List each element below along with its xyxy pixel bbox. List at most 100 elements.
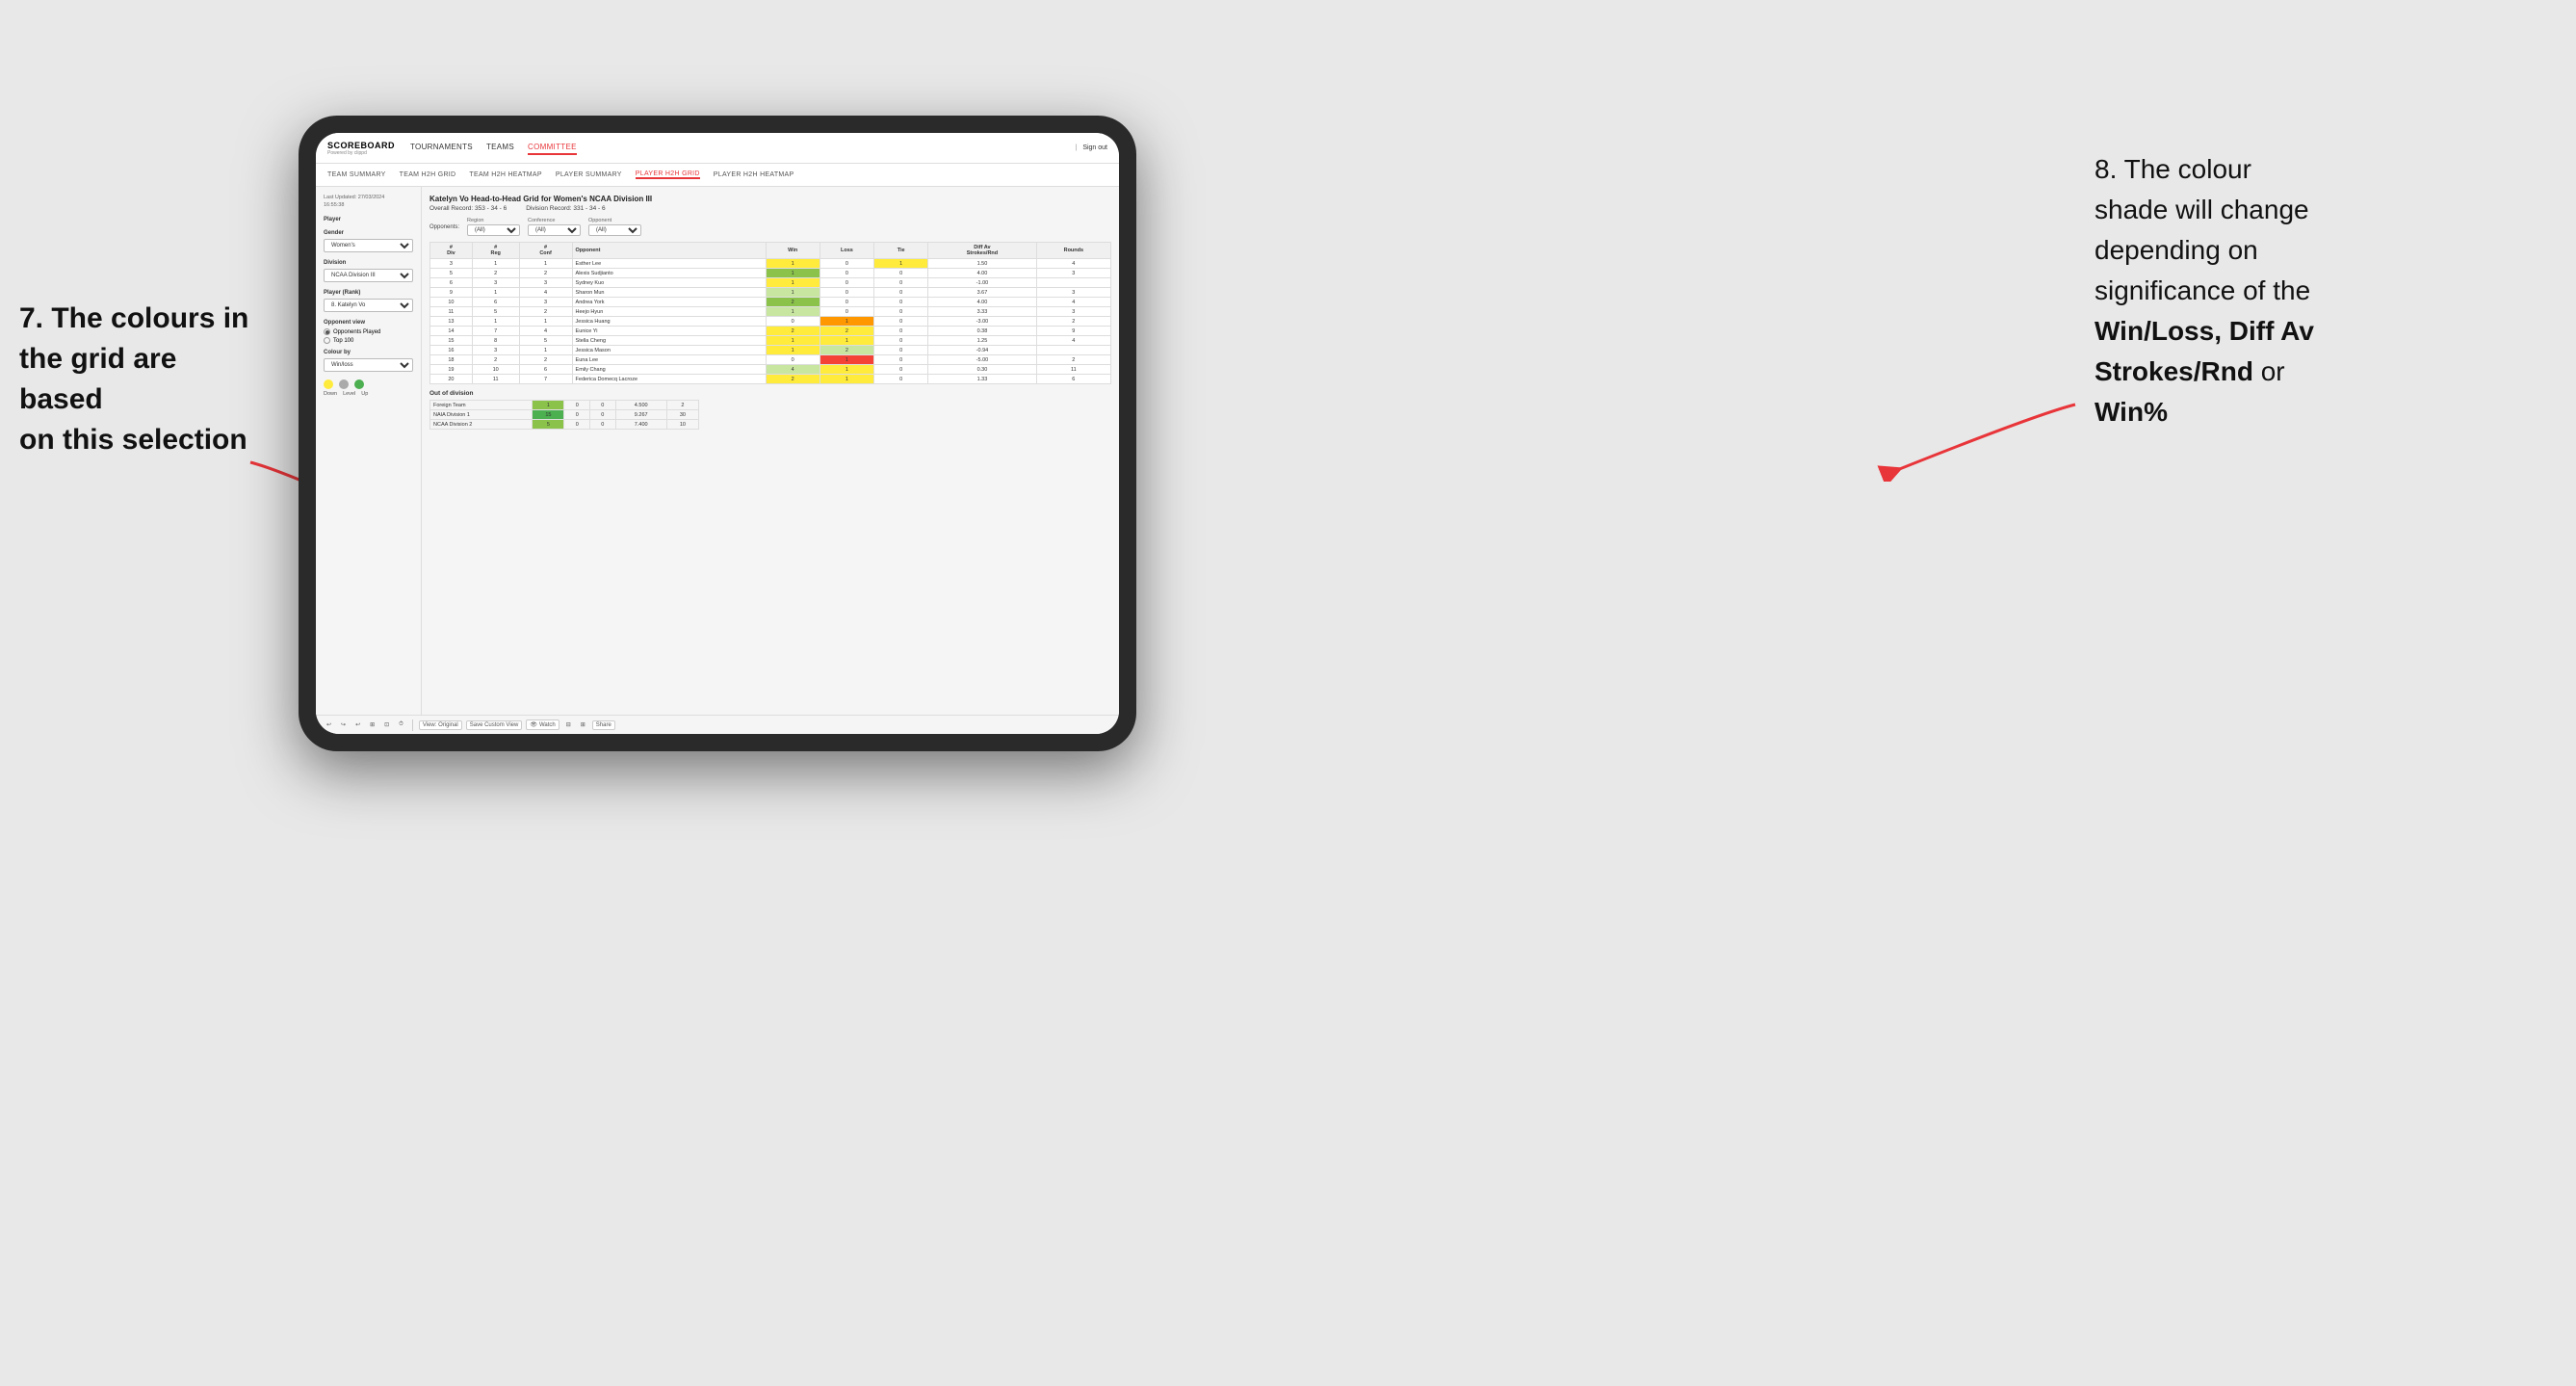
sub-nav-player-h2h-heatmap[interactable]: PLAYER H2H HEATMAP (714, 171, 794, 178)
undo-btn[interactable]: ↩ (324, 720, 334, 729)
nav-teams[interactable]: TEAMS (486, 141, 514, 155)
redo-btn[interactable]: ↪ (338, 720, 349, 729)
table-cell: 0 (766, 317, 820, 327)
sign-out[interactable]: Sign out (1082, 144, 1107, 151)
table-cell: 0 (820, 298, 873, 307)
table-row: 19106Emily Chang4100.3011 (430, 365, 1111, 375)
table-cell: 1 (766, 269, 820, 278)
table-cell: Federica Domecq Lacroze (572, 375, 766, 384)
conference-label: Conference (528, 218, 581, 223)
table-cell: 10 (472, 365, 519, 375)
table-cell: 1 (766, 288, 820, 298)
player-rank-select[interactable]: 8. Katelyn Vo (324, 299, 413, 312)
h2h-table: #Div #Reg #Conf Opponent Win Loss Tie Di… (429, 242, 1111, 384)
th-tie: Tie (874, 243, 928, 259)
table-cell: 3 (472, 278, 519, 288)
opponent-view-label: Opponent view (324, 320, 413, 326)
table-cell: 3 (1036, 269, 1110, 278)
share-btn[interactable]: Share (592, 720, 615, 730)
region-select[interactable]: (All) (467, 224, 520, 236)
out-of-division-table: Foreign Team1004.5002NAIA Division 11500… (429, 400, 699, 430)
radio-top-100-dot[interactable] (324, 337, 330, 344)
sidebar-colour-by: Colour by Win/loss (324, 350, 413, 372)
watch-btn[interactable]: 👁 Watch (526, 719, 559, 730)
nav-tournaments[interactable]: TOURNAMENTS (410, 141, 473, 155)
table-cell: 11 (472, 375, 519, 384)
table-cell: Euna Lee (572, 355, 766, 365)
copy-btn[interactable]: ⊞ (367, 720, 377, 729)
th-rounds: Rounds (1036, 243, 1110, 259)
table-cell: 0 (874, 346, 928, 355)
table-cell: 15 (430, 336, 473, 346)
legend-down-label: Down (324, 391, 337, 397)
table-cell: 11 (430, 307, 473, 317)
table-row: 311Esther Lee1011.504 (430, 259, 1111, 269)
sidebar-opponent-view: Opponent view Opponents Played Top 100 (324, 320, 413, 344)
conference-select[interactable]: (All) (528, 224, 581, 236)
table-row: 1585Stella Cheng1101.254 (430, 336, 1111, 346)
top-100-label: Top 100 (333, 338, 353, 344)
table-cell: 5 (430, 269, 473, 278)
table-cell: 3 (1036, 288, 1110, 298)
grid-records: Overall Record: 353 - 34 - 6 Division Re… (429, 205, 1111, 212)
clock-btn[interactable]: ⏱ (396, 720, 406, 729)
layout-btn[interactable]: ⊟ (563, 720, 574, 729)
ood-tie: 0 (590, 401, 616, 410)
table-cell: Alexis Sudjianto (572, 269, 766, 278)
table-cell: Sydney Kuo (572, 278, 766, 288)
table-cell: 18 (430, 355, 473, 365)
grid-btn[interactable]: ⊞ (578, 720, 588, 729)
table-cell: 1.33 (928, 375, 1036, 384)
opponent-select[interactable]: (All) (588, 224, 641, 236)
view-original-btn[interactable]: View: Original (419, 720, 462, 730)
save-custom-view-label: Save Custom View (470, 722, 519, 728)
sub-nav-player-summary[interactable]: PLAYER SUMMARY (556, 171, 622, 178)
opponents-played-radio[interactable]: Opponents Played (324, 328, 413, 335)
table-cell: 3 (1036, 307, 1110, 317)
table-cell: 1 (766, 278, 820, 288)
ood-table-row: NAIA Division 115009.26730 (430, 410, 699, 420)
table-cell: 0 (874, 298, 928, 307)
sub-nav: TEAM SUMMARY TEAM H2H GRID TEAM H2H HEAT… (316, 164, 1119, 187)
table-row: 1474Eunice Yi2200.389 (430, 327, 1111, 336)
table-cell: 4.00 (928, 298, 1036, 307)
table-row: 1822Euna Lee010-5.002 (430, 355, 1111, 365)
sub-nav-player-h2h-grid[interactable]: PLAYER H2H GRID (636, 170, 700, 179)
radio-opponents-played-dot[interactable] (324, 328, 330, 335)
table-cell: 2 (1036, 317, 1110, 327)
table-cell: 0 (874, 355, 928, 365)
table-cell: Jessica Mason (572, 346, 766, 355)
main-content: Last Updated: 27/03/2024 16:55:38 Player… (316, 187, 1119, 715)
nav-right: | Sign out (1075, 144, 1107, 151)
paste-btn[interactable]: ⊡ (381, 720, 392, 729)
colour-by-label: Colour by (324, 350, 413, 355)
table-cell: 0 (874, 278, 928, 288)
table-cell: 14 (430, 327, 473, 336)
table-cell: 0 (874, 307, 928, 317)
table-cell: Esther Lee (572, 259, 766, 269)
ood-win: 1 (533, 401, 564, 410)
ood-opponent: NAIA Division 1 (430, 410, 533, 420)
undo2-btn[interactable]: ↩ (352, 720, 363, 729)
ood-rounds: 10 (666, 420, 698, 430)
sidebar: Last Updated: 27/03/2024 16:55:38 Player… (316, 187, 422, 715)
th-div: #Div (430, 243, 473, 259)
table-cell: 2 (766, 298, 820, 307)
table-cell: 2 (820, 346, 873, 355)
table-cell: Eunice Yi (572, 327, 766, 336)
nav-committee[interactable]: COMMITTEE (528, 141, 577, 155)
sidebar-division: Division NCAA Division III (324, 260, 413, 282)
sub-nav-team-summary[interactable]: TEAM SUMMARY (327, 171, 386, 178)
save-custom-view-btn[interactable]: Save Custom View (466, 720, 523, 730)
division-select[interactable]: NCAA Division III (324, 269, 413, 282)
gender-select[interactable]: Women's (324, 239, 413, 252)
top-100-radio[interactable]: Top 100 (324, 337, 413, 344)
table-cell: 1 (820, 336, 873, 346)
sub-nav-team-h2h-heatmap[interactable]: TEAM H2H HEATMAP (469, 171, 541, 178)
table-cell: 11 (1036, 365, 1110, 375)
separator-1 (412, 719, 413, 731)
table-cell: 2 (519, 307, 572, 317)
colour-by-select[interactable]: Win/loss (324, 358, 413, 372)
th-reg: #Reg (472, 243, 519, 259)
sub-nav-team-h2h-grid[interactable]: TEAM H2H GRID (400, 171, 456, 178)
